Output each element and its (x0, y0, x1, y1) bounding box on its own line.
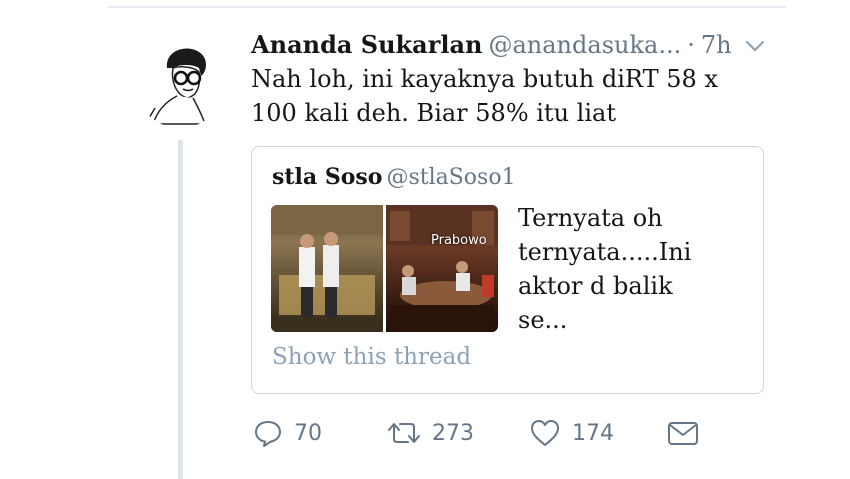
thread-connector-line (178, 140, 183, 479)
quoted-tweet-header: stla Soso @stlaSoso1 (272, 161, 516, 194)
media-caption: Prabowo (431, 233, 487, 248)
share-mail-icon (668, 422, 698, 445)
tweet-text: Nah loh, ini kayaknya butuh diRT 58 x 10… (251, 65, 718, 127)
photo-right-scene (386, 205, 498, 332)
like-icon (531, 420, 559, 446)
retweet-button[interactable]: 273 (386, 414, 474, 452)
author-handle[interactable]: @anandasuka... (488, 31, 681, 59)
photo-left-scene (271, 205, 383, 332)
like-button[interactable]: 174 (528, 414, 614, 452)
show-thread-link[interactable]: Show this thread (272, 341, 471, 373)
reply-button[interactable]: 70 (252, 414, 322, 452)
tweet-header: Ananda Sukarlan @anandasuka... · 7h (251, 28, 732, 62)
tweet-menu-button[interactable] (744, 38, 766, 54)
like-count: 174 (572, 420, 614, 446)
media-photo-right (386, 205, 498, 332)
quoted-author-name[interactable]: stla Soso (272, 164, 382, 190)
retweet-count: 273 (432, 420, 474, 446)
tweet-timestamp[interactable]: 7h (701, 31, 732, 59)
separator-dot: · (687, 31, 695, 59)
retweet-icon (388, 423, 420, 443)
reply-count: 70 (294, 420, 322, 446)
quoted-tweet-card[interactable]: stla Soso @stlaSoso1 Prabowo Ternyata oh… (251, 146, 764, 394)
chevron-down-icon (745, 40, 765, 52)
direct-message-button[interactable] (666, 414, 700, 452)
reply-icon (255, 421, 281, 447)
author-name[interactable]: Ananda Sukarlan (251, 30, 482, 59)
quoted-tweet-text: Ternyata oh ternyata.....Ini aktor d bal… (518, 204, 692, 334)
avatar-caricature (148, 48, 213, 125)
media-photo-left (271, 205, 383, 332)
quoted-author-handle[interactable]: @stlaSoso1 (386, 165, 515, 190)
avatar[interactable] (135, 38, 225, 128)
top-divider (108, 6, 786, 8)
tweet-actions-bar: 70 273 174 (252, 414, 712, 452)
quoted-tweet-media[interactable]: Prabowo (271, 205, 498, 332)
